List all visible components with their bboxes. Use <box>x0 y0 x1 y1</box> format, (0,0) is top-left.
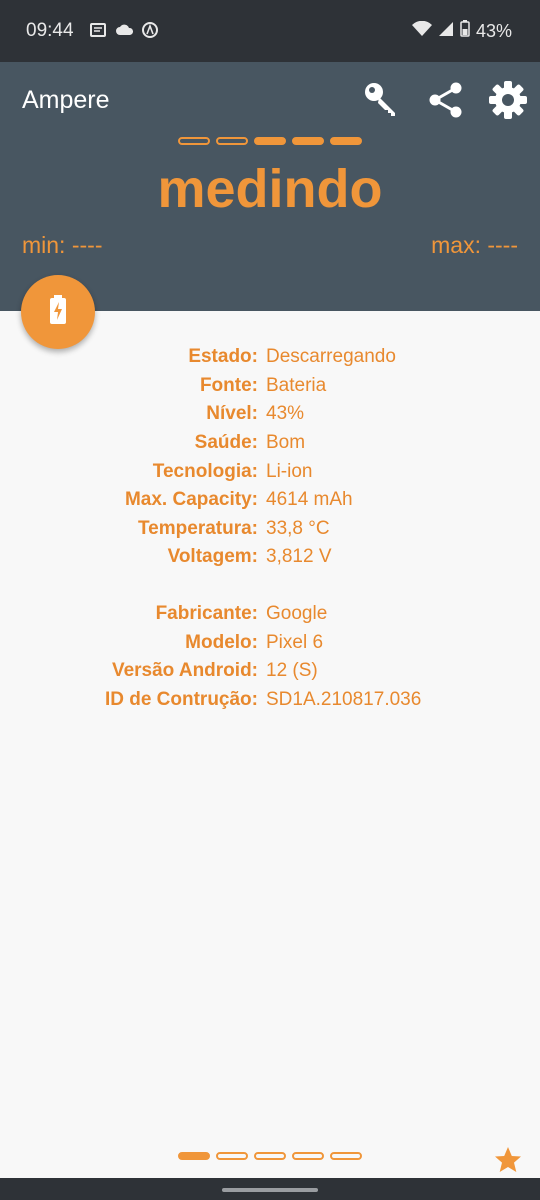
page-dot[interactable] <box>292 1152 324 1160</box>
page-indicator[interactable] <box>178 1152 362 1160</box>
app-notification-icon <box>142 22 158 38</box>
info-value: Bom <box>266 432 306 454</box>
info-row-fonte: Fonte: Bateria <box>0 372 540 401</box>
info-row-capacity: Max. Capacity: 4614 mAh <box>0 486 540 515</box>
info-label: Nível: <box>206 403 258 425</box>
info-value: SD1A.210817.036 <box>266 688 422 710</box>
max-value: max: ---- <box>431 232 518 258</box>
measurement-status: medindo <box>157 159 383 219</box>
info-label: Estado: <box>188 346 258 368</box>
info-label: Voltagem: <box>167 546 258 568</box>
status-time: 09:44 <box>26 20 74 41</box>
info-value: Li-ion <box>266 460 313 482</box>
info-label: Saúde: <box>194 432 258 454</box>
progress-step <box>178 137 210 145</box>
progress-step <box>292 137 324 145</box>
info-value: 43% <box>266 403 305 425</box>
info-value: 33,8 °C <box>266 517 330 539</box>
gear-icon[interactable] <box>488 80 528 120</box>
page-dot[interactable] <box>178 1152 210 1160</box>
info-row-android: Versão Android: 12 (S) <box>0 657 540 686</box>
navigation-bar <box>0 1178 540 1200</box>
home-gesture-handle[interactable] <box>222 1188 318 1192</box>
info-row-voltagem: Voltagem: 3,812 V <box>0 543 540 572</box>
info-value: 3,812 V <box>266 546 332 568</box>
progress-step <box>330 137 362 145</box>
progress-step <box>216 137 248 145</box>
app-title: Ampere <box>22 86 110 114</box>
info-row-fabricante: Fabricante: Google <box>0 600 540 629</box>
battery-fab-button[interactable] <box>21 275 95 349</box>
status-bar: 09:44 43% <box>0 0 540 62</box>
info-label: Modelo: <box>185 631 258 653</box>
system-status: 43% <box>411 20 512 42</box>
page-dot[interactable] <box>330 1152 362 1160</box>
battery-icon <box>460 20 470 42</box>
info-label: Versão Android: <box>111 660 258 682</box>
wifi-icon <box>411 20 432 42</box>
battery-info-list: Estado: Descarregando Fonte: Bateria Nív… <box>0 343 540 714</box>
info-row-temperatura: Temperatura: 33,8 °C <box>0 515 540 544</box>
info-label: Fonte: <box>199 374 258 396</box>
info-label: Tecnologia: <box>152 460 258 482</box>
cloud-notification-icon <box>116 22 134 38</box>
notification-icons <box>90 22 158 38</box>
info-label: Fabricante: <box>155 603 258 625</box>
info-row-modelo: Modelo: Pixel 6 <box>0 628 540 657</box>
message-notification-icon <box>90 22 106 38</box>
share-icon[interactable] <box>426 80 466 120</box>
app-screen: 09:44 43% Ampere medindo min: ---- max: … <box>0 0 540 1200</box>
app-header: Ampere medindo min: ---- max: ---- <box>0 62 540 311</box>
battery-charging-icon <box>49 294 67 330</box>
measurement-progress <box>178 137 362 145</box>
info-value: Descarregando <box>266 346 396 368</box>
info-label: ID de Contrução: <box>104 688 258 710</box>
signal-icon <box>438 21 454 42</box>
key-icon[interactable] <box>362 80 402 120</box>
progress-step <box>254 137 286 145</box>
info-row-tecnologia: Tecnologia: Li-ion <box>0 457 540 486</box>
info-value: Google <box>266 603 328 625</box>
star-icon[interactable] <box>493 1145 523 1175</box>
battery-percent: 43% <box>475 20 512 41</box>
info-label: Temperatura: <box>137 517 258 539</box>
info-value: Pixel 6 <box>266 631 324 653</box>
min-value: min: ---- <box>22 232 103 258</box>
info-label: Max. Capacity: <box>124 489 258 511</box>
info-value: 4614 mAh <box>266 489 353 511</box>
info-row-estado: Estado: Descarregando <box>0 343 540 372</box>
info-value: 12 (S) <box>266 660 318 682</box>
info-value: Bateria <box>266 374 327 396</box>
info-row-saude: Saúde: Bom <box>0 429 540 458</box>
info-row-build-id: ID de Contrução: SD1A.210817.036 <box>0 686 540 715</box>
page-dot[interactable] <box>216 1152 248 1160</box>
info-row-nivel: Nível: 43% <box>0 400 540 429</box>
page-dot[interactable] <box>254 1152 286 1160</box>
